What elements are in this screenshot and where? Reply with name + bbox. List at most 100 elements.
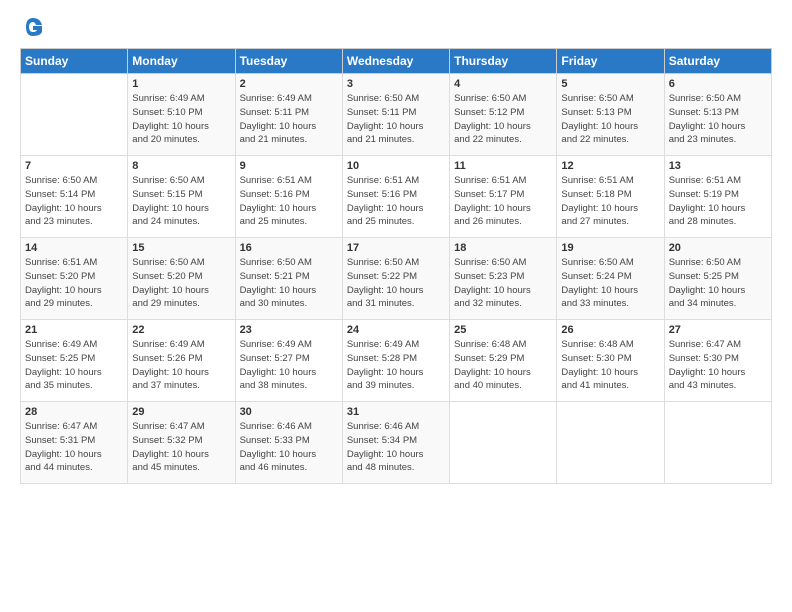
day-number: 21 (25, 324, 123, 336)
calendar-cell: 26 Sunrise: 6:48 AM Sunset: 5:30 PM Dayli… (557, 320, 664, 402)
day-number: 18 (454, 242, 552, 254)
day-info: Sunrise: 6:49 AM Sunset: 5:11 PM Dayligh… (240, 92, 338, 147)
calendar-cell (557, 402, 664, 484)
day-info: Sunrise: 6:49 AM Sunset: 5:28 PM Dayligh… (347, 338, 445, 393)
calendar-cell: 14Sunrise: 6:51 AM Sunset: 5:20 PM Dayli… (21, 238, 128, 320)
day-number: 29 (132, 406, 230, 418)
calendar-table: SundayMondayTuesdayWednesdayThursdayFrid… (20, 48, 772, 484)
calendar-body: 1 Sunrise: 6:49 AM Sunset: 5:10 PM Daylig… (21, 74, 772, 484)
day-info: Sunrise: 6:48 AM Sunset: 5:30 PM Dayligh… (561, 338, 659, 393)
day-number: 20 (669, 242, 767, 254)
day-info: Sunrise: 6:49 AM Sunset: 5:10 PM Dayligh… (132, 92, 230, 147)
day-info: Sunrise: 6:47 AM Sunset: 5:30 PM Dayligh… (669, 338, 767, 393)
calendar-header: SundayMondayTuesdayWednesdayThursdayFrid… (21, 49, 772, 74)
calendar-cell: 5Sunrise: 6:50 AM Sunset: 5:13 PM Daylig… (557, 74, 664, 156)
calendar-cell: 31Sunrise: 6:46 AM Sunset: 5:34 PM Dayli… (342, 402, 449, 484)
day-info: Sunrise: 6:50 AM Sunset: 5:13 PM Dayligh… (561, 92, 659, 147)
day-number: 7 (25, 160, 123, 172)
day-info: Sunrise: 6:50 AM Sunset: 5:23 PM Dayligh… (454, 256, 552, 311)
calendar-cell: 13Sunrise: 6:51 AM Sunset: 5:19 PM Dayli… (664, 156, 771, 238)
calendar-cell: 28Sunrise: 6:47 AM Sunset: 5:31 PM Dayli… (21, 402, 128, 484)
weekday-header: Tuesday (235, 49, 342, 74)
day-info: Sunrise: 6:50 AM Sunset: 5:14 PM Dayligh… (25, 174, 123, 229)
day-number: 14 (25, 242, 123, 254)
day-info: Sunrise: 6:50 AM Sunset: 5:24 PM Dayligh… (561, 256, 659, 311)
day-number: 19 (561, 242, 659, 254)
calendar-cell: 20 Sunrise: 6:50 AM Sunset: 5:25 PM Dayli… (664, 238, 771, 320)
header (20, 16, 772, 36)
weekday-header: Thursday (450, 49, 557, 74)
day-info: Sunrise: 6:51 AM Sunset: 5:16 PM Dayligh… (347, 174, 445, 229)
day-info: Sunrise: 6:50 AM Sunset: 5:12 PM Dayligh… (454, 92, 552, 147)
day-info: Sunrise: 6:50 AM Sunset: 5:11 PM Dayligh… (347, 92, 445, 147)
logo-icon (22, 16, 44, 38)
day-number: 17 (347, 242, 445, 254)
day-info: Sunrise: 6:49 AM Sunset: 5:26 PM Dayligh… (132, 338, 230, 393)
day-info: Sunrise: 6:50 AM Sunset: 5:13 PM Dayligh… (669, 92, 767, 147)
day-info: Sunrise: 6:49 AM Sunset: 5:25 PM Dayligh… (25, 338, 123, 393)
day-number: 16 (240, 242, 338, 254)
calendar-cell: 7 Sunrise: 6:50 AM Sunset: 5:14 PM Daylig… (21, 156, 128, 238)
day-number: 24 (347, 324, 445, 336)
calendar-cell: 22 Sunrise: 6:49 AM Sunset: 5:26 PM Dayli… (128, 320, 235, 402)
page-container: SundayMondayTuesdayWednesdayThursdayFrid… (0, 0, 792, 494)
weekday-header: Friday (557, 49, 664, 74)
day-number: 26 (561, 324, 659, 336)
day-number: 9 (240, 160, 338, 172)
day-info: Sunrise: 6:47 AM Sunset: 5:32 PM Dayligh… (132, 420, 230, 475)
calendar-week: 14Sunrise: 6:51 AM Sunset: 5:20 PM Dayli… (21, 238, 772, 320)
day-info: Sunrise: 6:50 AM Sunset: 5:21 PM Dayligh… (240, 256, 338, 311)
day-number: 15 (132, 242, 230, 254)
day-number: 6 (669, 78, 767, 90)
day-info: Sunrise: 6:49 AM Sunset: 5:27 PM Dayligh… (240, 338, 338, 393)
calendar-cell: 9 Sunrise: 6:51 AM Sunset: 5:16 PM Daylig… (235, 156, 342, 238)
day-number: 3 (347, 78, 445, 90)
calendar-cell (664, 402, 771, 484)
day-info: Sunrise: 6:50 AM Sunset: 5:25 PM Dayligh… (669, 256, 767, 311)
calendar-cell: 8 Sunrise: 6:50 AM Sunset: 5:15 PM Daylig… (128, 156, 235, 238)
header-row: SundayMondayTuesdayWednesdayThursdayFrid… (21, 49, 772, 74)
day-number: 22 (132, 324, 230, 336)
calendar-cell: 21 Sunrise: 6:49 AM Sunset: 5:25 PM Dayli… (21, 320, 128, 402)
logo (20, 16, 44, 36)
day-info: Sunrise: 6:47 AM Sunset: 5:31 PM Dayligh… (25, 420, 123, 475)
calendar-cell: 18 Sunrise: 6:50 AM Sunset: 5:23 PM Dayli… (450, 238, 557, 320)
day-number: 1 (132, 78, 230, 90)
day-info: Sunrise: 6:48 AM Sunset: 5:29 PM Dayligh… (454, 338, 552, 393)
calendar-cell (21, 74, 128, 156)
calendar-week: 21 Sunrise: 6:49 AM Sunset: 5:25 PM Dayli… (21, 320, 772, 402)
weekday-header: Saturday (664, 49, 771, 74)
day-number: 8 (132, 160, 230, 172)
calendar-cell: 3 Sunrise: 6:50 AM Sunset: 5:11 PM Daylig… (342, 74, 449, 156)
calendar-cell: 4 Sunrise: 6:50 AM Sunset: 5:12 PM Daylig… (450, 74, 557, 156)
calendar-week: 28Sunrise: 6:47 AM Sunset: 5:31 PM Dayli… (21, 402, 772, 484)
calendar-cell: 30Sunrise: 6:46 AM Sunset: 5:33 PM Dayli… (235, 402, 342, 484)
day-info: Sunrise: 6:50 AM Sunset: 5:20 PM Dayligh… (132, 256, 230, 311)
calendar-cell: 23Sunrise: 6:49 AM Sunset: 5:27 PM Dayli… (235, 320, 342, 402)
calendar-week: 1 Sunrise: 6:49 AM Sunset: 5:10 PM Daylig… (21, 74, 772, 156)
day-number: 4 (454, 78, 552, 90)
calendar-cell: 12 Sunrise: 6:51 AM Sunset: 5:18 PM Dayli… (557, 156, 664, 238)
day-number: 13 (669, 160, 767, 172)
calendar-cell: 24 Sunrise: 6:49 AM Sunset: 5:28 PM Dayli… (342, 320, 449, 402)
weekday-header: Wednesday (342, 49, 449, 74)
calendar-cell: 29 Sunrise: 6:47 AM Sunset: 5:32 PM Dayli… (128, 402, 235, 484)
day-number: 12 (561, 160, 659, 172)
calendar-cell: 6 Sunrise: 6:50 AM Sunset: 5:13 PM Daylig… (664, 74, 771, 156)
calendar-cell: 25 Sunrise: 6:48 AM Sunset: 5:29 PM Dayli… (450, 320, 557, 402)
calendar-cell: 17Sunrise: 6:50 AM Sunset: 5:22 PM Dayli… (342, 238, 449, 320)
day-number: 27 (669, 324, 767, 336)
weekday-header: Monday (128, 49, 235, 74)
day-info: Sunrise: 6:51 AM Sunset: 5:18 PM Dayligh… (561, 174, 659, 229)
calendar-cell: 15 Sunrise: 6:50 AM Sunset: 5:20 PM Dayli… (128, 238, 235, 320)
day-info: Sunrise: 6:46 AM Sunset: 5:33 PM Dayligh… (240, 420, 338, 475)
day-number: 2 (240, 78, 338, 90)
day-info: Sunrise: 6:51 AM Sunset: 5:16 PM Dayligh… (240, 174, 338, 229)
weekday-header: Sunday (21, 49, 128, 74)
calendar-cell: 11Sunrise: 6:51 AM Sunset: 5:17 PM Dayli… (450, 156, 557, 238)
day-info: Sunrise: 6:50 AM Sunset: 5:15 PM Dayligh… (132, 174, 230, 229)
calendar-cell: 27 Sunrise: 6:47 AM Sunset: 5:30 PM Dayli… (664, 320, 771, 402)
day-number: 25 (454, 324, 552, 336)
day-number: 31 (347, 406, 445, 418)
day-info: Sunrise: 6:51 AM Sunset: 5:17 PM Dayligh… (454, 174, 552, 229)
